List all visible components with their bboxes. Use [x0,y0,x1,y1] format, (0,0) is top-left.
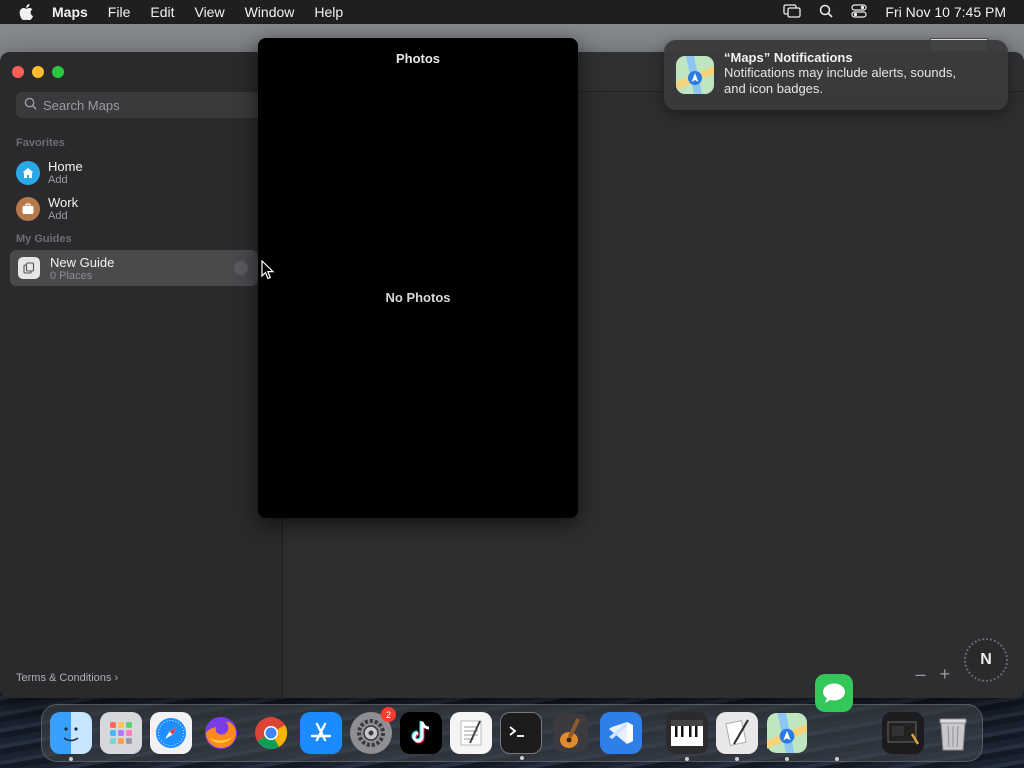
favorite-work-subtitle: Add [48,210,68,222]
favorite-work-title: Work [48,195,79,210]
vscode-icon[interactable] [600,712,642,754]
script-editor-icon[interactable] [716,712,758,761]
finder-icon[interactable] [50,712,92,761]
menu-bar: Maps File Edit View Window Help Fri Nov … [0,0,1024,24]
zoom-button[interactable] [52,66,64,78]
favorite-work[interactable]: Work Add [16,195,78,222]
system-settings-icon[interactable]: 2 [350,707,396,754]
zoom-in-button[interactable]: + [939,664,950,685]
spotlight-search-icon[interactable] [819,4,833,21]
minimize-button[interactable] [32,66,44,78]
firefox-icon[interactable] [200,712,242,754]
notification-title: “Maps” Notifications [724,50,853,65]
close-button[interactable] [12,66,24,78]
search-field[interactable] [16,92,276,118]
menu-help[interactable]: Help [304,4,353,20]
menu-window[interactable]: Window [235,4,305,20]
settings-badge: 2 [381,707,396,722]
garageband-icon[interactable] [550,712,592,754]
control-center-icon[interactable] [851,3,867,21]
terms-link-label: Terms & Conditions [16,672,112,684]
window-controls [12,66,64,78]
menu-clock[interactable]: Fri Nov 10 7:45 PM [885,4,1006,20]
zoom-out-button[interactable]: – [915,664,925,685]
guide-more-icon[interactable] [234,261,248,275]
photos-panel: Photos No Photos [258,38,578,518]
menu-app-name[interactable]: Maps [52,4,98,20]
app-store-icon[interactable] [300,712,342,754]
tiktok-icon[interactable] [400,712,442,754]
favorite-home-title: Home [48,159,83,174]
photos-panel-title: Photos [395,51,441,66]
guide-title: New Guide [50,254,115,270]
menu-file[interactable]: File [98,4,141,20]
guide-new-guide[interactable]: New Guide 0 Places [10,250,258,286]
guide-subtitle: 0 Places [50,269,93,282]
sidebar: Favorites Home Add Work Add My Guides [0,52,283,698]
maps-app-icon [676,56,714,94]
search-input[interactable] [43,97,243,113]
trash-icon[interactable] [932,712,974,754]
compass-label: N [980,651,992,668]
menu-edit[interactable]: Edit [140,4,184,20]
briefcase-icon [16,196,40,221]
favorite-home-subtitle: Add [48,174,68,186]
downloads-stack-icon[interactable] [882,712,924,754]
launchpad-icon[interactable] [100,712,142,754]
compass-button[interactable]: N [964,638,1008,682]
search-icon [24,97,37,113]
notification-banner[interactable]: “Maps” Notifications Notifications may i… [664,40,1008,110]
guide-icon [18,257,40,279]
textedit-icon[interactable] [450,712,492,754]
favorites-heading: Favorites [16,137,65,149]
terminal-icon[interactable] [500,712,542,760]
photos-empty-message: No Photos [385,290,451,305]
mouse-cursor-icon [261,259,275,285]
notification-body-line2: and icon badges. [724,81,824,96]
dock: 2 [41,704,983,762]
chevron-right-icon: › [114,672,119,684]
apple-menu-icon[interactable] [0,4,52,20]
piano-icon[interactable] [666,712,708,761]
notification-body-line1: Notifications may include alerts, sounds… [724,65,956,80]
safari-icon[interactable] [150,712,192,754]
messages-icon[interactable] [815,674,853,712]
menu-view[interactable]: View [184,4,234,20]
terms-link[interactable]: Terms & Conditions › [16,672,118,684]
my-guides-heading: My Guides [16,233,72,245]
empty-dock-slot [816,712,858,761]
favorite-home[interactable]: Home Add [16,159,83,186]
house-icon [16,160,40,185]
zoom-controls: – + [915,664,950,685]
chrome-icon[interactable] [250,712,292,754]
screen-mirroring-icon[interactable] [783,3,802,21]
maps-dock-icon[interactable] [766,712,808,761]
